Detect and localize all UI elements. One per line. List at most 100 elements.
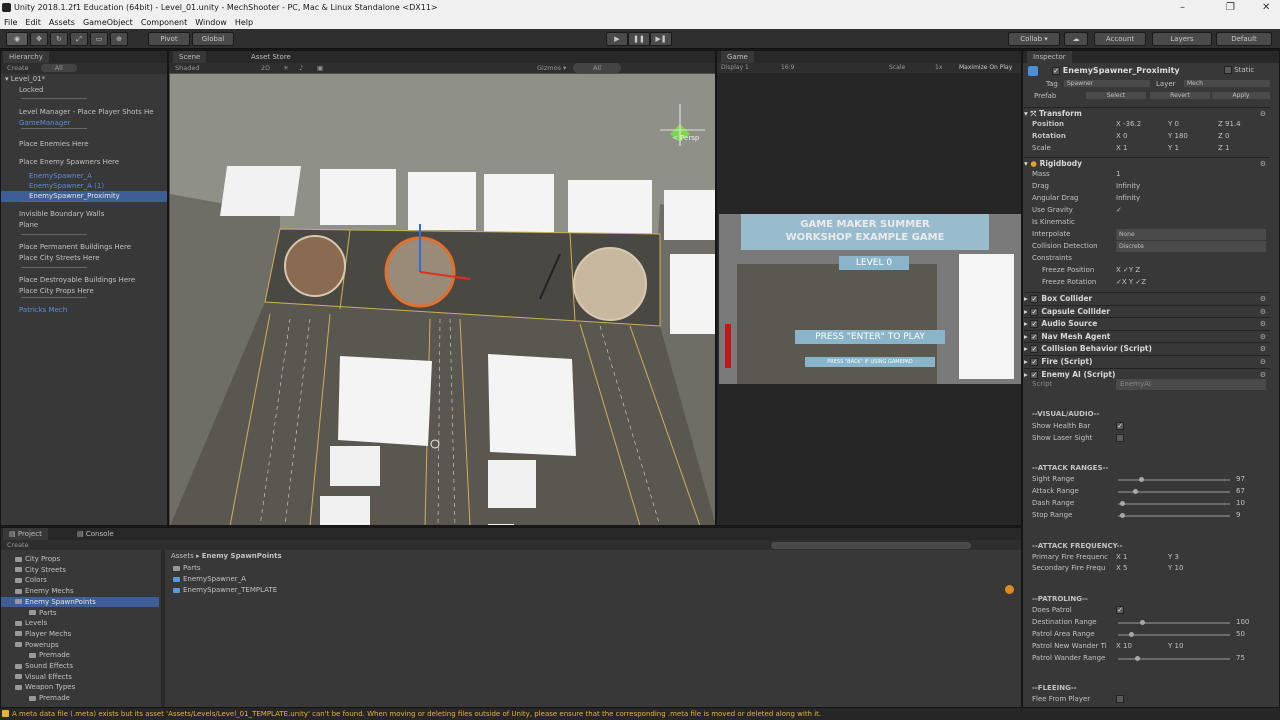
secondary-fire-y-field[interactable]: Y 10 xyxy=(1168,563,1183,574)
rigidbody-field-value[interactable]: None xyxy=(1116,229,1266,240)
mode-2d-toggle[interactable]: 2D xyxy=(261,63,270,73)
menu-item-window[interactable]: Window xyxy=(191,16,231,29)
project-folder-item[interactable]: Visual Effects xyxy=(1,672,159,682)
project-folder-item[interactable]: Premade xyxy=(1,693,159,703)
project-asset-item[interactable]: Parts xyxy=(173,563,277,574)
component-enabled-checkbox[interactable]: ✓ xyxy=(1030,345,1039,354)
destination-range-slider[interactable] xyxy=(1118,622,1230,624)
destination-range-value[interactable]: 100 xyxy=(1236,617,1249,628)
rigidbody-field-value[interactable]: Infinity xyxy=(1116,193,1140,204)
maximize-icon[interactable]: ❐ xyxy=(1226,0,1235,16)
tab-inspector[interactable]: Inspector xyxy=(1027,51,1072,63)
patrol-wander-time-x-field[interactable]: X 10 xyxy=(1116,641,1132,652)
project-asset-item[interactable]: EnemySpawner_TEMPLATE xyxy=(173,585,277,596)
position-z-field[interactable]: Z 91.4 xyxy=(1218,119,1241,130)
settings-gear-icon[interactable]: ⚙ xyxy=(1260,108,1266,120)
effects-icon[interactable]: ▣ xyxy=(317,63,323,73)
scale-y-field[interactable]: Y 1 xyxy=(1168,143,1179,154)
hierarchy-item[interactable]: Patricks Mech xyxy=(1,305,167,316)
project-folder-item[interactable]: Sound Effects xyxy=(1,661,159,671)
account-dropdown[interactable]: Account xyxy=(1094,32,1146,46)
breadcrumb-root[interactable]: Assets xyxy=(171,552,194,560)
show-health-checkbox[interactable]: ✓ xyxy=(1116,421,1124,432)
patrol-area-range-slider[interactable] xyxy=(1118,634,1230,636)
position-y-field[interactable]: Y 0 xyxy=(1168,119,1179,130)
transform-tool-icon[interactable]: ⊕ xyxy=(110,32,128,46)
tab-project[interactable]: ▤ Project xyxy=(3,528,48,540)
attack-range-2-slider[interactable] xyxy=(1118,503,1230,505)
attack-range-3-value[interactable]: 9 xyxy=(1236,510,1240,521)
lighting-icon[interactable]: ☀ xyxy=(283,63,289,73)
settings-gear-icon[interactable]: ⚙ xyxy=(1260,293,1266,305)
hierarchy-create-button[interactable]: Create xyxy=(7,64,29,72)
tab-asset-store[interactable]: Asset Store xyxy=(245,51,297,63)
scale-tool-icon[interactable]: ⤢ xyxy=(70,32,88,46)
rotation-y-field[interactable]: Y 180 xyxy=(1168,131,1188,142)
does-patrol-checkbox[interactable]: ✓ xyxy=(1116,605,1124,616)
patrol-wander-time-y-field[interactable]: Y 10 xyxy=(1168,641,1183,652)
script-field[interactable]: EnemyAI xyxy=(1116,379,1266,390)
hierarchy-item[interactable]: Place Permanent Buildings Here xyxy=(1,242,167,253)
attack-range-0-slider[interactable] xyxy=(1118,479,1230,481)
active-checkbox[interactable]: ✓ xyxy=(1052,66,1060,75)
prefab-revert-button[interactable]: Revert xyxy=(1150,92,1210,99)
view-tool-icon[interactable]: ◉ xyxy=(6,32,28,46)
menu-item-help[interactable]: Help xyxy=(231,16,257,29)
attack-range-1-value[interactable]: 67 xyxy=(1236,486,1245,497)
minimize-icon[interactable]: – xyxy=(1180,0,1185,16)
rect-tool-icon[interactable]: ▭ xyxy=(90,32,108,46)
scale-z-field[interactable]: Z 1 xyxy=(1218,143,1230,154)
static-checkbox[interactable] xyxy=(1224,66,1232,74)
hierarchy-item[interactable]: Locked xyxy=(1,85,167,96)
scale-x-field[interactable]: X 1 xyxy=(1116,143,1128,154)
project-folder-item[interactable]: Enemy SpawnPoints xyxy=(1,596,159,607)
position-x-field[interactable]: X -36.2 xyxy=(1116,119,1141,130)
patrol-wander-range-slider-knob[interactable] xyxy=(1134,656,1140,661)
audio-icon[interactable]: ♪ xyxy=(299,63,303,73)
pause-button[interactable]: ❚❚ xyxy=(628,32,650,46)
rotate-tool-icon[interactable]: ↻ xyxy=(50,32,68,46)
component-header[interactable]: ▸ ✓ Capsule Collider ⚙ xyxy=(1024,304,1270,317)
component-enabled-checkbox[interactable]: ✓ xyxy=(1030,370,1039,379)
settings-gear-icon[interactable]: ⚙ xyxy=(1260,356,1266,368)
object-name-field[interactable]: EnemySpawner_Proximity xyxy=(1063,66,1180,75)
hierarchy-item[interactable]: Level Manager - Place Player Shots He xyxy=(1,107,167,118)
settings-gear-icon[interactable]: ⚙ xyxy=(1260,318,1266,330)
menu-item-gameobject[interactable]: GameObject xyxy=(79,16,137,29)
component-enabled-checkbox[interactable]: ✓ xyxy=(1030,332,1039,341)
component-enabled-checkbox[interactable]: ✓ xyxy=(1030,295,1039,303)
shading-dropdown[interactable]: Shaded xyxy=(175,64,199,72)
rotation-z-field[interactable]: Z 0 xyxy=(1218,131,1230,142)
scene-root[interactable]: ▾ Level_01* xyxy=(1,74,167,85)
layout-dropdown[interactable]: Default xyxy=(1216,32,1272,46)
component-enabled-checkbox[interactable]: ✓ xyxy=(1030,358,1039,366)
hierarchy-item[interactable]: Place Enemy Spawners Here xyxy=(1,157,167,168)
global-toggle[interactable]: Global xyxy=(192,32,234,46)
project-folder-item[interactable]: Enemy Mechs xyxy=(1,586,159,596)
cloud-icon[interactable]: ☁ xyxy=(1064,32,1088,46)
secondary-fire-x-field[interactable]: X 5 xyxy=(1116,563,1128,574)
aspect-dropdown[interactable]: 16:9 xyxy=(781,63,794,73)
hierarchy-item[interactable]: Invisible Boundary Walls xyxy=(1,209,167,220)
layers-dropdown[interactable]: Layers xyxy=(1152,32,1212,46)
rigidbody-field-value[interactable]: 1 xyxy=(1116,169,1120,180)
project-folder-item[interactable]: Colors xyxy=(1,575,159,585)
hierarchy-item[interactable]: Place City Props Here xyxy=(1,286,167,297)
primary-fire-y-field[interactable]: Y 3 xyxy=(1168,552,1179,563)
show-laser-checkbox[interactable] xyxy=(1116,433,1124,444)
project-folder-item[interactable]: Powerups xyxy=(1,640,159,650)
component-header[interactable]: ▸ ✓ Audio Source ⚙ xyxy=(1024,317,1270,329)
layer-dropdown[interactable]: Mech xyxy=(1184,80,1270,87)
project-folder-item[interactable]: City Streets xyxy=(1,565,159,575)
gizmos-dropdown[interactable]: Gizmos ▾ xyxy=(537,63,566,73)
component-enabled-checkbox[interactable]: ✓ xyxy=(1030,320,1039,329)
project-search-input[interactable] xyxy=(771,542,971,549)
rigidbody-field-value[interactable]: ✓X Y ✓Z xyxy=(1116,277,1146,288)
attack-range-3-slider[interactable] xyxy=(1118,515,1230,517)
prefab-apply-button[interactable]: Apply xyxy=(1212,92,1270,99)
menu-item-assets[interactable]: Assets xyxy=(45,16,79,29)
rigidbody-field-value[interactable]: X ✓Y Z xyxy=(1116,265,1140,276)
step-button[interactable]: ▶❚ xyxy=(650,32,672,46)
project-folder-item[interactable]: City Props xyxy=(1,554,159,564)
hierarchy-item[interactable]: Place Enemies Here xyxy=(1,139,167,150)
